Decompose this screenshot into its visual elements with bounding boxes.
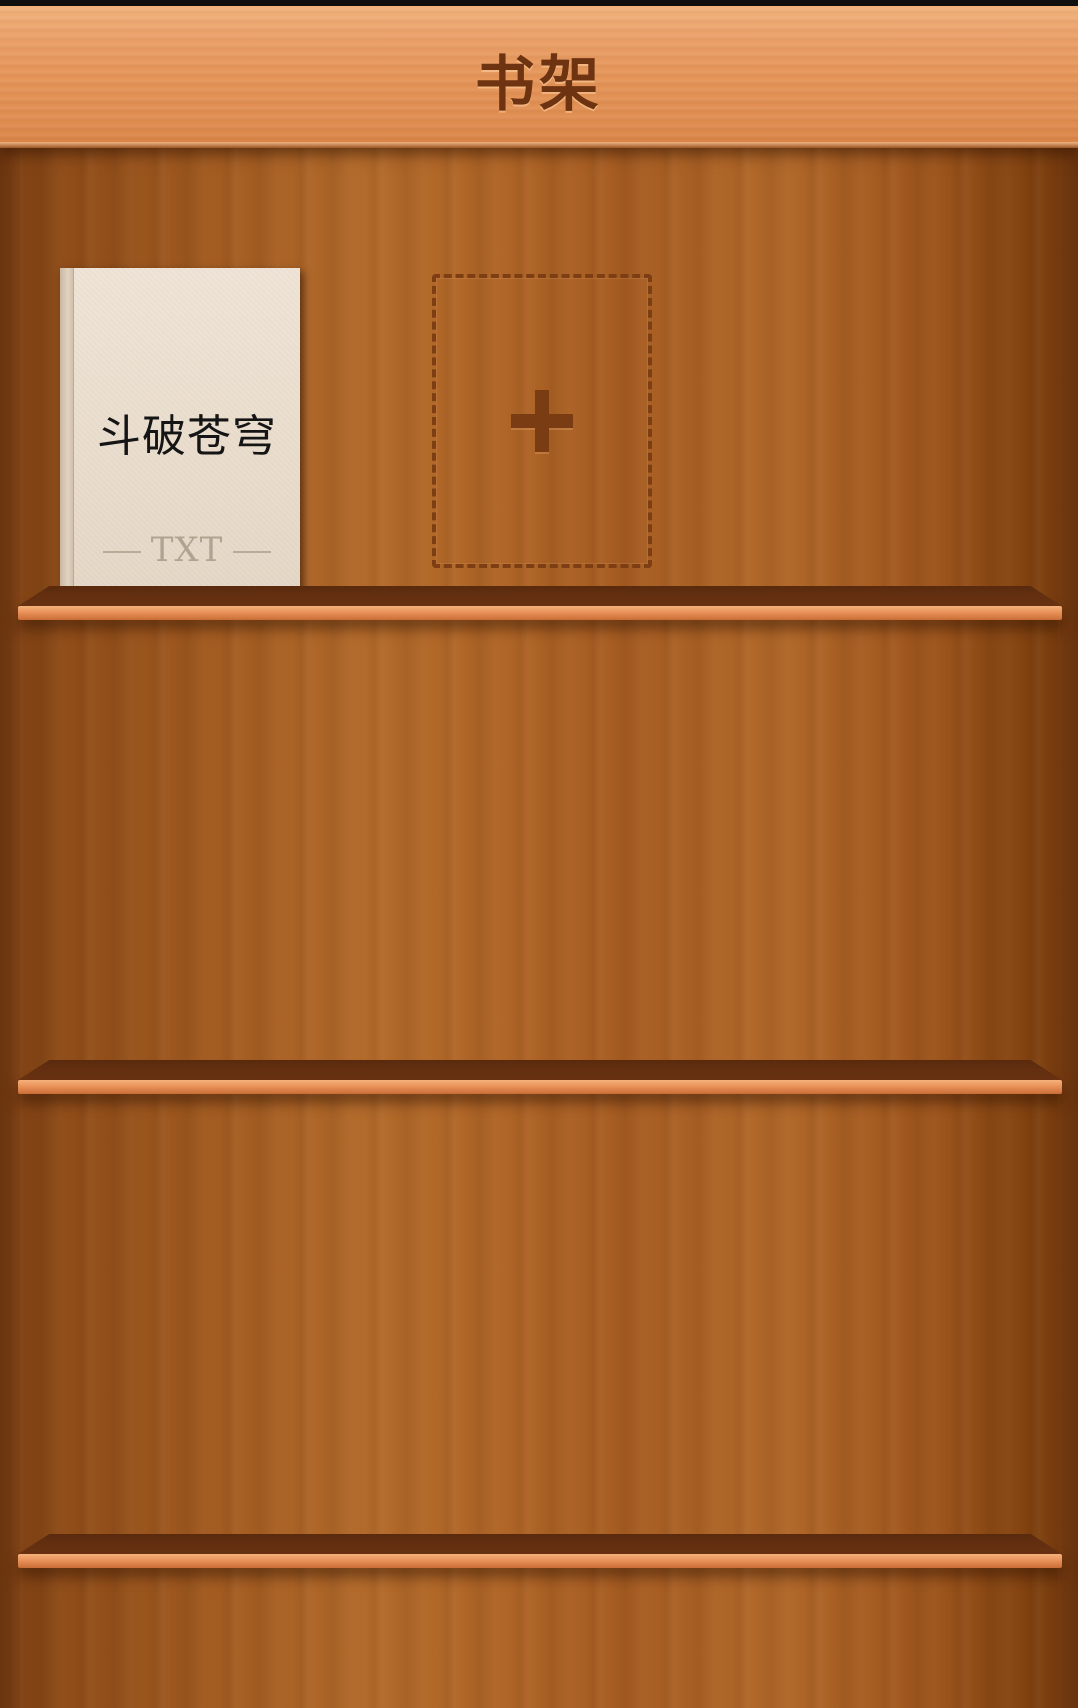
plus-icon (511, 390, 573, 452)
shelf-board-top (18, 1534, 1062, 1554)
add-book-button[interactable] (432, 274, 652, 568)
shelf-board-top (18, 1060, 1062, 1080)
shelf-board (18, 586, 1062, 622)
format-dash-right (233, 551, 272, 553)
bookcase-right-frame (1058, 148, 1078, 1708)
page-title: 书架 (475, 50, 603, 120)
bookshelf-screen: 书架 斗破苍穹 TXT (0, 0, 1078, 1708)
shelf-board (18, 1534, 1062, 1570)
shelf-board-top (18, 586, 1062, 606)
bookcase-left-frame (0, 148, 20, 1708)
book-title: 斗破苍穹 (97, 411, 277, 462)
book-item[interactable]: 斗破苍穹 TXT (60, 268, 300, 598)
title-bar: 书架 (0, 6, 1078, 148)
format-dash-left (102, 551, 141, 553)
shelf-board (18, 1060, 1062, 1096)
book-format-label: TXT (74, 530, 300, 570)
shelf-board-edge (18, 606, 1062, 620)
shelf-board-edge (18, 1080, 1062, 1094)
book-format-text: TXT (150, 530, 224, 570)
book-spine (60, 268, 74, 598)
shelf-board-edge (18, 1554, 1062, 1568)
